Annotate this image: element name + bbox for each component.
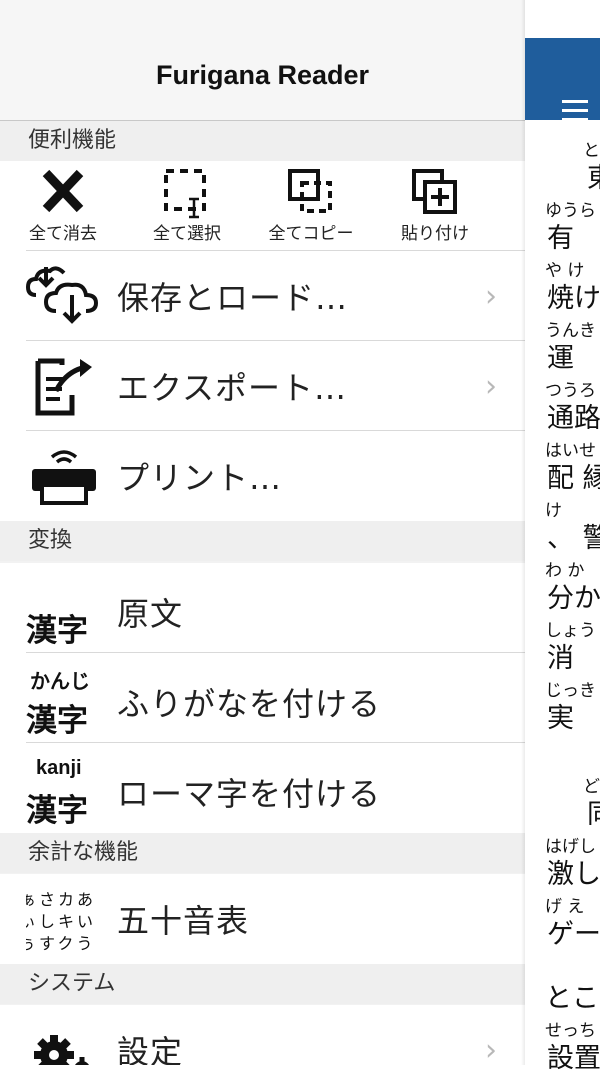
document-text-line: 焼け: [547, 283, 600, 314]
add-furigana-label: ふりがなを付ける: [117, 685, 382, 723]
document-text-line: 消: [547, 643, 574, 674]
add-romaji-row[interactable]: kanji 漢字 ローマ字を付ける: [0, 743, 525, 833]
gojuon-chart-icon: ぁさカあ ぃしキい ぅすクう: [26, 886, 106, 956]
document-text-line: 激し: [547, 859, 600, 890]
furigana-icon-kana: かんじ: [30, 669, 90, 693]
app-title: Furigana Reader: [155, 60, 370, 90]
document-text-line: とこ: [545, 983, 599, 1014]
romaji-icon-text: kanji: [36, 757, 82, 779]
gears-icon: [34, 1035, 89, 1065]
side-drawer: Furigana Reader 便利機能 全て消去 全て選択 全てコピー 貼り付…: [0, 0, 525, 1065]
gojuon-label: 五十音表: [117, 902, 250, 940]
cloud-sync-icon: [26, 266, 99, 324]
add-furigana-row[interactable]: かんじ 漢字 ふりがなを付ける: [0, 653, 525, 743]
paste-button[interactable]: 貼り付け: [380, 161, 490, 249]
copy-icon: [288, 169, 332, 213]
gojuon-icon-row: ぅすクう: [26, 934, 96, 953]
save-load-row[interactable]: 保存とロード… ›: [0, 251, 525, 341]
chevron-right-icon: ›: [485, 279, 497, 314]
wireless-printer-icon: [32, 450, 96, 505]
clear-icon: [42, 169, 84, 213]
document-text-line: 設置: [547, 1043, 600, 1074]
paste-icon: [412, 169, 457, 214]
document-text-line: 有: [547, 223, 574, 254]
navigation-bar: Furigana Reader: [0, 0, 525, 121]
section-header-extra: 余計な機能: [0, 833, 525, 873]
settings-label: 設定: [117, 1033, 184, 1065]
clear-all-label: 全て消去: [29, 224, 97, 244]
gojuon-icon-row: ぁさカあ: [26, 890, 97, 909]
paste-label: 貼り付け: [401, 224, 469, 244]
select-all-button[interactable]: 全て選択: [132, 161, 242, 249]
section-header-system: システム: [0, 964, 525, 1004]
print-label: プリント…: [117, 459, 283, 497]
furigana-icon-kanji: 漢字: [26, 703, 88, 739]
section-header-convert: 変換: [0, 521, 525, 561]
select-all-label: 全て選択: [153, 224, 221, 244]
chevron-right-icon: ›: [485, 369, 497, 404]
save-load-label: 保存とロード…: [117, 279, 349, 317]
document-text-line: 通路: [547, 403, 600, 434]
document-text-line: 同: [587, 792, 600, 831]
copy-all-label: 全てコピー: [268, 224, 354, 244]
document-text-line: 運: [547, 343, 574, 374]
export-icon: [35, 358, 92, 416]
kanji-icon: 漢字: [26, 613, 88, 649]
original-text-label: 原文: [117, 595, 184, 633]
document-nav-bar: [525, 38, 600, 121]
gojuon-icon-row: ぃしキい: [26, 912, 97, 931]
settings-row[interactable]: 設定 ›: [0, 1005, 525, 1065]
document-view[interactable]: と東ゆうら有や け焼けうんき運つうろ通路はいせ配 縁け、 警わ か分かしょう消じ…: [525, 0, 600, 1074]
add-romaji-label: ローマ字を付ける: [117, 775, 382, 813]
print-row[interactable]: プリント…: [0, 431, 525, 521]
status-area: [525, 0, 600, 38]
chevron-right-icon: ›: [485, 1033, 497, 1065]
export-label: エクスポート…: [117, 369, 348, 407]
select-icon: [164, 169, 206, 219]
document-text-line: ゲー: [547, 919, 600, 950]
export-row[interactable]: エクスポート… ›: [0, 341, 525, 431]
document-text-line: 東: [587, 156, 600, 195]
document-text-line: 分か: [547, 583, 600, 614]
gojuon-row[interactable]: ぁさカあ ぃしキい ぅすクう 五十音表: [0, 874, 525, 964]
document-text-line: 実: [547, 703, 574, 734]
original-text-row[interactable]: 漢字 原文: [0, 563, 525, 653]
romaji-icon-kanji: 漢字: [26, 793, 88, 829]
clear-all-button[interactable]: 全て消去: [8, 161, 118, 249]
copy-all-button[interactable]: 全てコピー: [256, 161, 366, 249]
toolbar: 全て消去 全て選択 全てコピー 貼り付け: [0, 161, 525, 251]
hamburger-menu-icon[interactable]: [562, 100, 588, 134]
document-text-line: 配 縁: [547, 463, 600, 494]
section-header-convenience: 便利機能: [0, 121, 525, 161]
document-text-line: 、 警: [547, 523, 600, 554]
